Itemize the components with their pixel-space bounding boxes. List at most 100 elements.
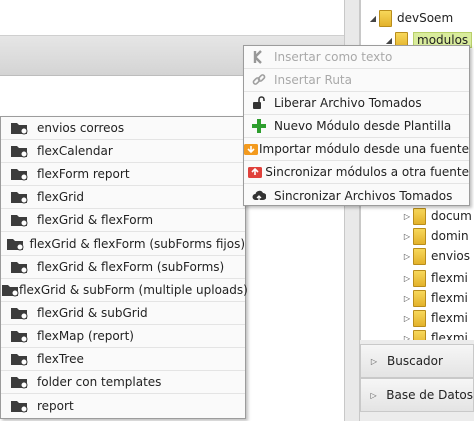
expand-arrow-icon[interactable]: ◢ <box>383 36 395 45</box>
folder-icon <box>413 227 426 245</box>
context-menu: Insertar como texto Insertar Ruta Libera… <box>243 45 470 206</box>
cloud-sync-icon <box>244 184 274 207</box>
module-menu-item[interactable]: envios correos <box>1 117 245 141</box>
folder-module-icon <box>1 209 37 231</box>
menu-item-sincronizar-archivos[interactable]: Sincronizar Archivos Tomados <box>244 184 469 207</box>
module-menu-item[interactable]: flexGrid & subGrid <box>1 302 245 325</box>
tree-node-child[interactable]: ▷ flexmi <box>401 288 468 308</box>
tree-node-label: flexmi <box>431 331 468 340</box>
collapsed-arrow-icon: ▷ <box>370 390 377 400</box>
module-menu-label: flexTree <box>37 351 84 366</box>
folder-module-icon <box>1 394 37 417</box>
expand-arrow-icon[interactable]: ◢ <box>367 14 379 23</box>
module-menu-label: envios correos <box>37 121 125 136</box>
menu-item-label: Liberar Archivo Tomados <box>274 96 422 110</box>
module-menu-label: flexGrid <box>37 190 85 205</box>
collapsed-arrow-icon[interactable]: ▷ <box>401 314 413 323</box>
tree-node-label: devSoem <box>397 11 454 25</box>
accordion-buscador[interactable]: ▷ Buscador <box>360 344 474 378</box>
module-menu-label: flexCalendar <box>37 144 113 159</box>
unlock-icon <box>244 92 274 114</box>
folder-module-icon <box>1 186 37 208</box>
folder-module-icon <box>1 348 37 370</box>
sync-modules-icon <box>244 161 265 183</box>
tree-node-child[interactable]: ▷ domin <box>401 226 469 246</box>
k-icon <box>244 46 274 68</box>
collapsed-arrow-icon[interactable]: ▷ <box>401 212 413 221</box>
collapsed-arrow-icon[interactable]: ▷ <box>401 274 413 283</box>
collapsed-arrow-icon[interactable]: ▷ <box>401 252 413 261</box>
tree-node-child[interactable]: ▷ envios <box>401 246 470 266</box>
menu-item-label: Sincronizar Archivos Tomados <box>274 188 453 203</box>
module-menu-item[interactable]: folder con templates <box>1 371 245 395</box>
folder-icon <box>413 309 426 327</box>
module-menu-item[interactable]: flexGrid & flexForm (subForms fijos) <box>1 232 246 256</box>
folder-module-icon <box>1 140 37 162</box>
tree-node-root[interactable]: ◢ devSoem <box>367 8 453 28</box>
menu-item-insertar-texto[interactable]: Insertar como texto <box>244 46 469 69</box>
collapsed-arrow-icon[interactable]: ▷ <box>401 232 413 241</box>
left-panel-top <box>0 0 344 36</box>
menu-item-liberar-archivo[interactable]: Liberar Archivo Tomados <box>244 92 469 115</box>
collapsed-arrow-icon[interactable]: ▷ <box>401 334 413 341</box>
collapsed-arrow-icon[interactable]: ▷ <box>401 294 413 303</box>
module-menu-label: flexMap (report) <box>37 328 134 343</box>
folder-icon <box>413 207 426 225</box>
folder-icon <box>413 289 426 307</box>
folder-module-icon <box>1 302 37 324</box>
folder-module-icon <box>1 256 37 278</box>
folder-icon <box>379 9 392 27</box>
module-menu-label: flexGrid & subForm (multiple uploads) <box>19 282 248 297</box>
module-menu-label: flexGrid & flexForm <box>37 213 154 228</box>
folder-module-icon <box>1 371 37 393</box>
menu-item-nuevo-modulo[interactable]: Nuevo Módulo desde Plantilla <box>244 115 469 138</box>
module-menu-item[interactable]: flexCalendar <box>1 140 245 164</box>
module-menu-item[interactable]: flexTree <box>1 348 245 372</box>
tree-node-label: docum <box>431 209 472 223</box>
accordion-base-de-datos[interactable]: ▷ Base de Datos <box>360 378 474 412</box>
menu-item-sincronizar-modulos[interactable]: Sincronizar módulos a otra fuente <box>244 161 469 184</box>
menu-item-label: Importar módulo desde una fuente <box>258 142 469 156</box>
link-icon <box>244 69 274 91</box>
folder-icon <box>413 329 426 340</box>
module-menu-item[interactable]: flexForm report <box>1 163 245 187</box>
folder-icon <box>413 247 426 265</box>
menu-item-label: Insertar como texto <box>274 50 393 64</box>
tree-node-label: domin <box>431 229 469 243</box>
module-menu-label: folder con templates <box>37 375 162 390</box>
folder-module-icon <box>1 279 19 301</box>
module-menu-item[interactable]: flexGrid & flexForm <box>1 209 245 233</box>
tree-node-child[interactable]: ▷ flexmi <box>401 328 468 340</box>
module-template-menu: envios correos flexCalendar flexForm rep… <box>0 116 248 419</box>
menu-item-importar-modulo[interactable]: Importar módulo desde una fuente <box>244 138 469 161</box>
tree-node-child[interactable]: ▷ docum <box>401 206 472 226</box>
module-menu-label: report <box>37 398 74 413</box>
import-icon <box>244 138 259 160</box>
module-menu-label: flexGrid & flexForm (subForms) <box>37 259 225 274</box>
module-menu-item[interactable]: flexGrid <box>1 186 245 210</box>
module-menu-item[interactable]: flexMap (report) <box>1 325 245 348</box>
tree-node-label: envios <box>431 249 471 263</box>
folder-module-icon <box>1 117 37 139</box>
folder-module-icon <box>1 325 37 347</box>
folder-module-icon <box>1 232 30 254</box>
tree-node-label: flexmi <box>431 311 468 325</box>
accordion-label: Buscador <box>387 354 443 368</box>
menu-item-label: Insertar Ruta <box>274 73 352 87</box>
accordion-label: Base de Datos <box>386 388 473 402</box>
module-menu-item[interactable]: report <box>1 394 245 417</box>
menu-item-insertar-ruta[interactable]: Insertar Ruta <box>244 69 469 92</box>
folder-icon <box>413 269 426 287</box>
module-menu-label: flexGrid & flexForm (subForms fijos) <box>29 236 246 251</box>
module-menu-label: flexGrid & subGrid <box>37 305 148 320</box>
module-menu-item[interactable]: flexGrid & subForm (multiple uploads) <box>1 279 248 302</box>
menu-item-label: Nuevo Módulo desde Plantilla <box>274 119 452 133</box>
tree-node-child[interactable]: ▷ flexmi <box>401 268 468 288</box>
module-menu-label: flexForm report <box>37 167 130 182</box>
menu-item-label: Sincronizar módulos a otra fuente <box>265 165 469 179</box>
tree-node-child[interactable]: ▷ flexmi <box>401 308 468 328</box>
folder-module-icon <box>1 163 37 185</box>
module-menu-item[interactable]: flexGrid & flexForm (subForms) <box>1 256 245 279</box>
collapsed-arrow-icon: ▷ <box>370 356 378 366</box>
plus-icon <box>244 115 274 137</box>
